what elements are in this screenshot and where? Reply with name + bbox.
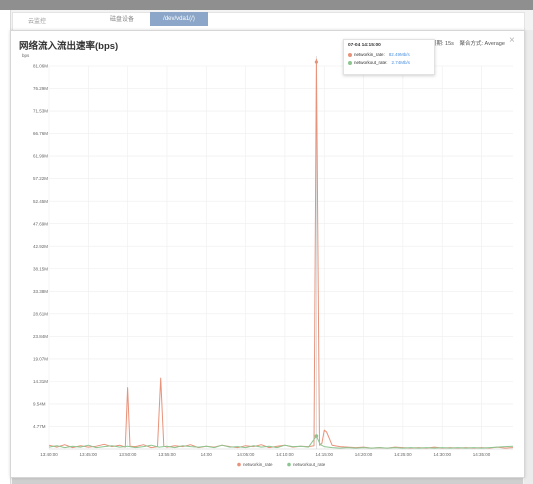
y-tick-label: 71.53M bbox=[33, 109, 48, 114]
tooltip-value: 2.74Mb/s bbox=[391, 60, 411, 65]
y-tick-label: 42.92M bbox=[33, 244, 48, 249]
background-right-panel bbox=[524, 30, 533, 484]
legend-marker-networkout bbox=[287, 462, 291, 467]
legend-label-networkout: networkout_rate bbox=[293, 462, 326, 467]
x-tick-label: 14:15:00 bbox=[315, 452, 333, 457]
x-tick-label: 14:20:00 bbox=[355, 452, 373, 457]
tooltip-label: networkout_rate: bbox=[354, 60, 388, 65]
tooltip-row-networkin: networkin_rate: 82.49Mb/s bbox=[348, 52, 410, 57]
line-chart: bps 4.77M 9.54M 14.31M 19.07M 23.84M 28.61M 33.… bbox=[22, 53, 514, 467]
y-tick-label: 33.38M bbox=[33, 289, 48, 294]
y-tick-label: 61.99M bbox=[33, 154, 48, 159]
x-tick-label: 14:00 bbox=[201, 452, 213, 457]
tab-disk-device[interactable]: 磁盘设备 bbox=[110, 14, 134, 23]
y-tick-label: 47.69M bbox=[33, 221, 48, 226]
y-tick-label: 19.07M bbox=[33, 356, 48, 361]
legend-marker-networkin bbox=[237, 462, 241, 467]
series-line-networkout_rate bbox=[48, 435, 514, 449]
x-tick-label: 13:50:00 bbox=[119, 452, 137, 457]
x-tick-label: 14:30:00 bbox=[433, 452, 451, 457]
tooltip-label: networkin_rate: bbox=[354, 52, 385, 57]
tab-dev-vda1[interactable]: /dev/vda1(/) bbox=[150, 12, 208, 26]
series-line-networkin_rate bbox=[48, 58, 514, 449]
tooltip-value: 82.49Mb/s bbox=[388, 52, 410, 57]
chart-modal: 网络流入流出速率(bps) 周期: 15s 聚合方式: Average × bp… bbox=[10, 30, 525, 478]
x-tick-label: 14:35:00 bbox=[473, 452, 491, 457]
y-tick-label: 4.77M bbox=[33, 424, 46, 429]
top-bar bbox=[0, 0, 533, 10]
networkout-dot-icon bbox=[348, 60, 352, 65]
tooltip-time: 07-04 14:15:00 bbox=[348, 43, 381, 48]
x-tick-label: 14:05:00 bbox=[237, 452, 255, 457]
y-tick-label: 23.84M bbox=[33, 334, 48, 339]
y-tick-label: 9.54M bbox=[33, 402, 46, 407]
x-tick-label: 14:10:00 bbox=[276, 452, 294, 457]
y-tick-label: 57.22M bbox=[33, 176, 48, 181]
hover-point-networkin bbox=[314, 60, 318, 64]
hover-point-networkout bbox=[314, 434, 319, 438]
y-tick-label: 28.61M bbox=[33, 311, 48, 316]
y-tick-label: 81.06M bbox=[33, 64, 48, 69]
background-header bbox=[12, 12, 525, 32]
x-tick-label: 13:55:00 bbox=[158, 452, 176, 457]
x-tick-label: 13:40:00 bbox=[40, 452, 58, 457]
y-tick-label: 14.31M bbox=[33, 379, 48, 384]
y-tick-label: 66.76M bbox=[33, 131, 48, 136]
background-footer bbox=[12, 478, 523, 484]
chart-tooltip: 07-04 14:15:00 networkin_rate: 82.49Mb/s … bbox=[343, 39, 435, 75]
networkin-dot-icon bbox=[348, 52, 352, 57]
y-tick-label: 76.29M bbox=[33, 86, 48, 91]
y-axis-label: bps bbox=[22, 53, 30, 58]
x-tick-label: 13:45:00 bbox=[80, 452, 98, 457]
y-tick-label: 52.45M bbox=[33, 199, 48, 204]
legend-label-networkin: networkin_rate bbox=[243, 462, 273, 467]
breadcrumb[interactable]: 云监控 bbox=[28, 16, 46, 25]
x-tick-label: 14:25:00 bbox=[394, 452, 412, 457]
y-tick-label: 38.15M bbox=[33, 266, 48, 271]
tooltip-row-networkout: networkout_rate: 2.74Mb/s bbox=[348, 60, 410, 65]
